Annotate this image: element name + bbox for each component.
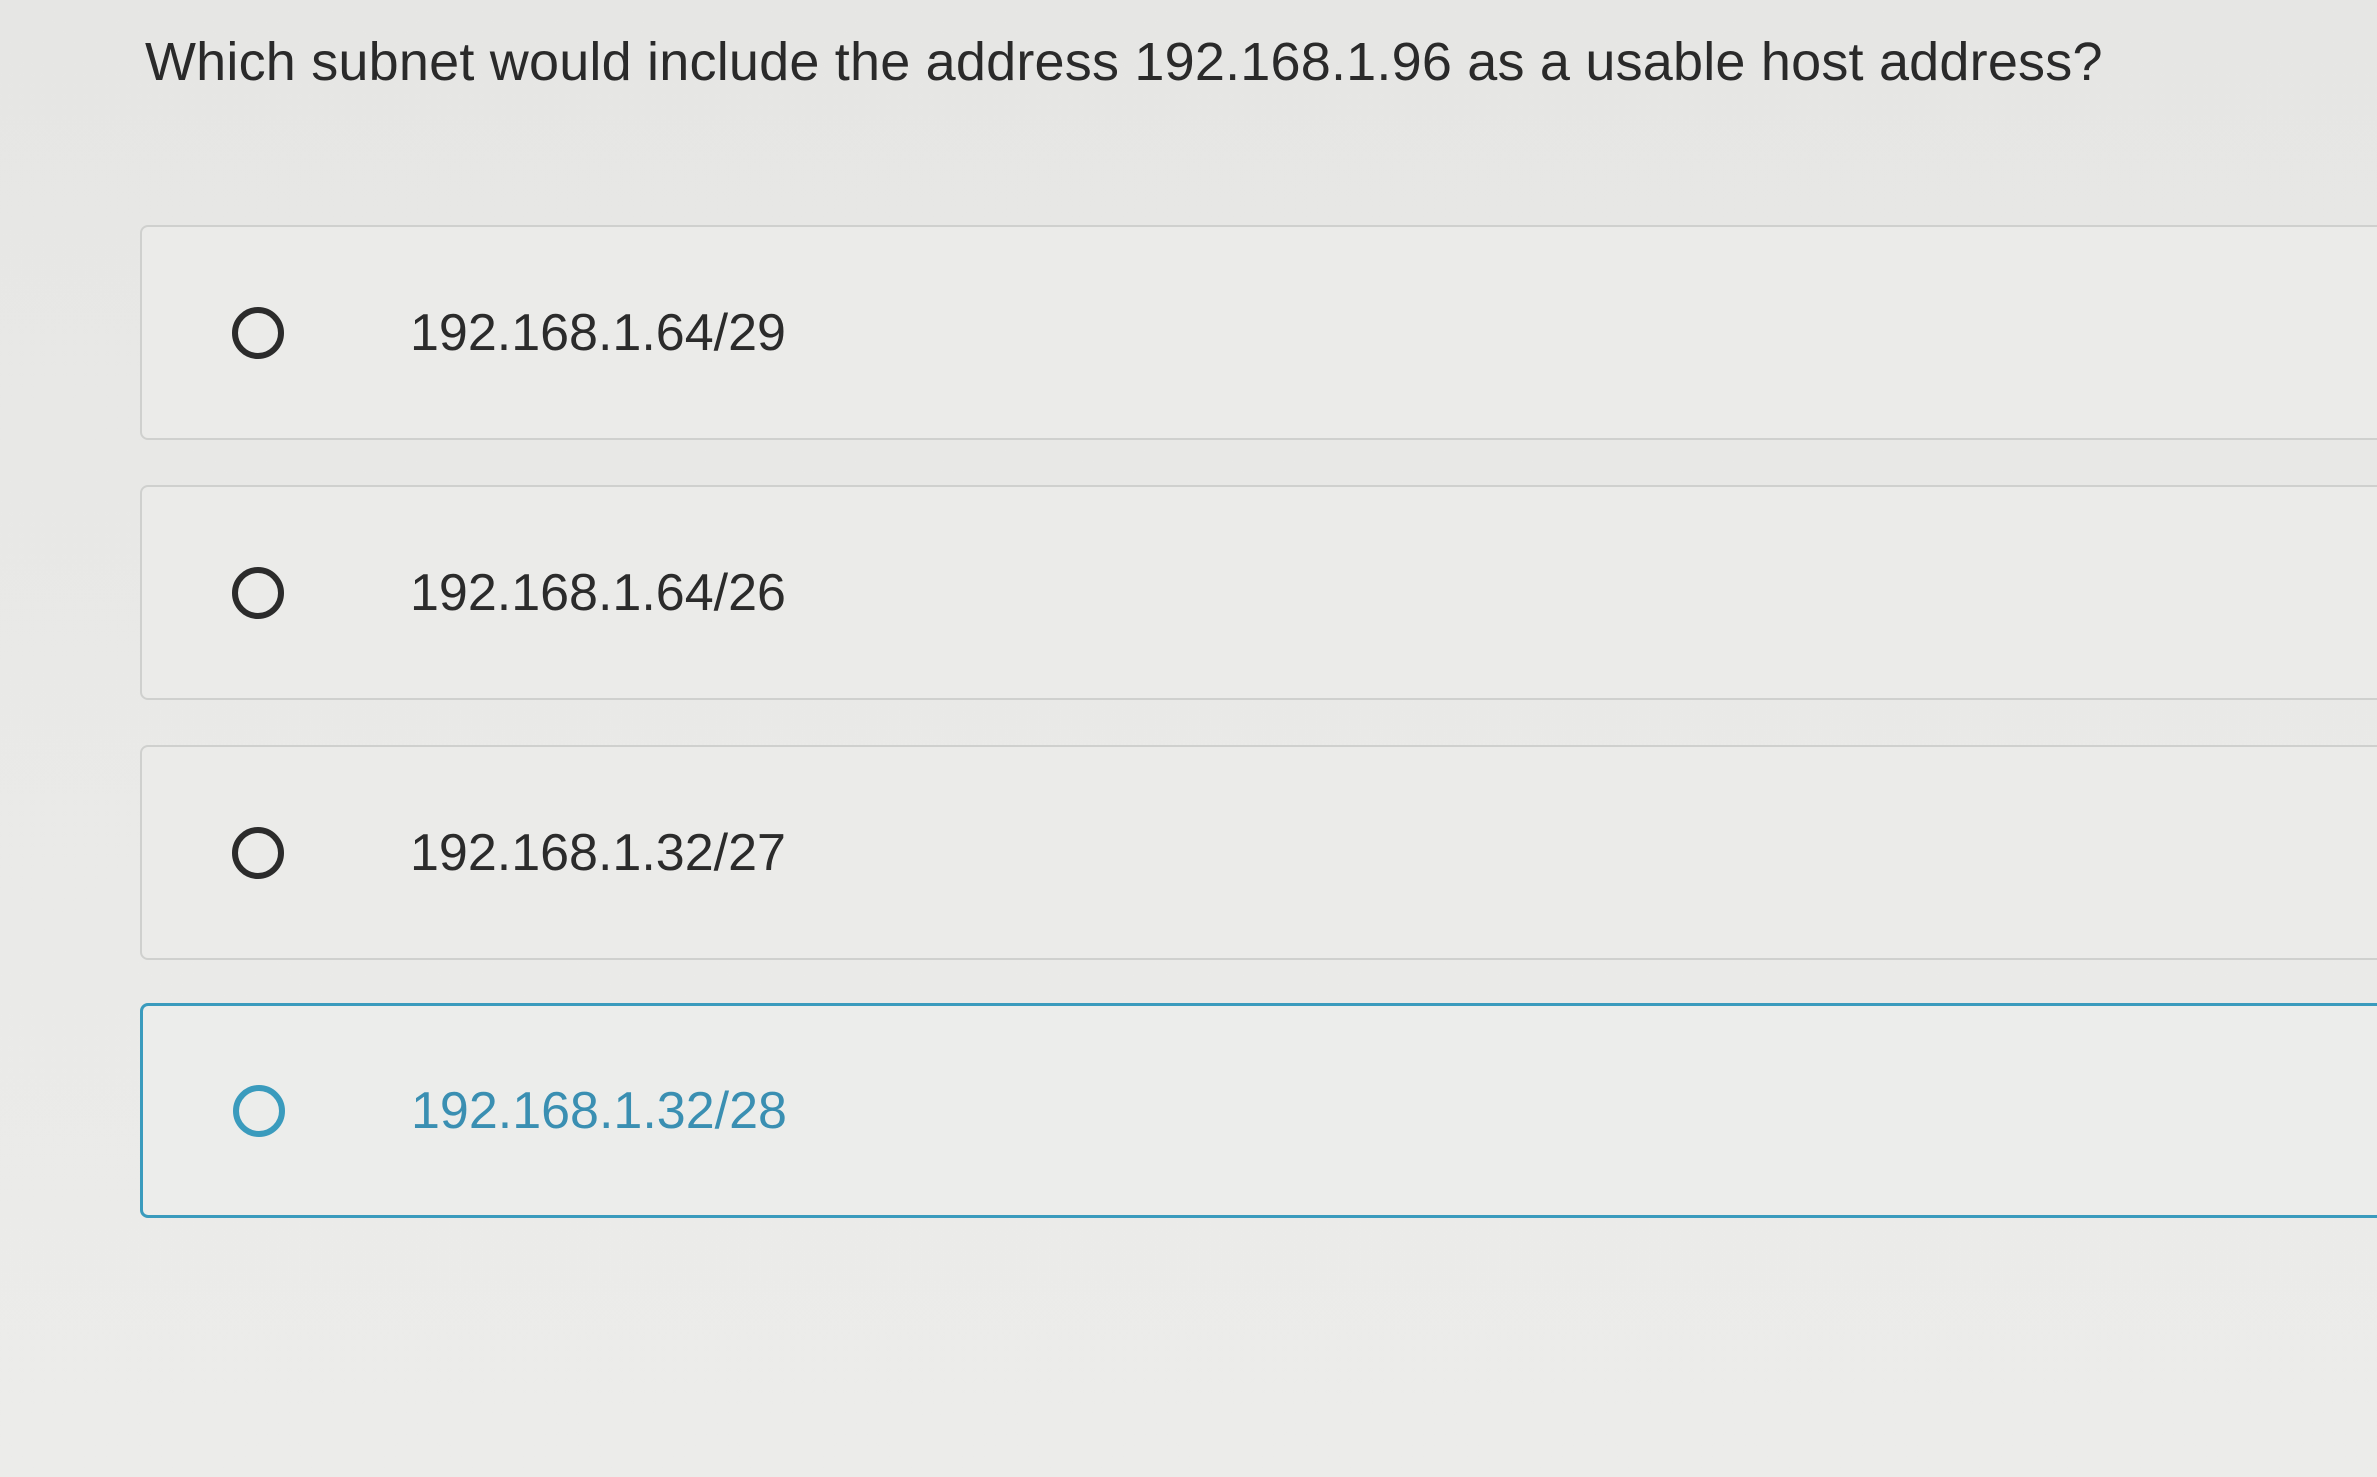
answer-option-1[interactable]: 192.168.1.64/29: [140, 225, 2377, 440]
radio-unchecked-icon[interactable]: [233, 1084, 285, 1137]
answer-option-4[interactable]: 192.168.1.32/28: [140, 1003, 2377, 1218]
radio-unchecked-icon[interactable]: [232, 826, 284, 879]
answer-option-3[interactable]: 192.168.1.32/27: [140, 745, 2377, 960]
radio-unchecked-icon[interactable]: [232, 566, 284, 619]
radio-unchecked-icon[interactable]: [232, 306, 284, 359]
answer-option-label: 192.168.1.64/26: [410, 563, 786, 622]
answer-option-2[interactable]: 192.168.1.64/26: [140, 485, 2377, 700]
answer-option-label: 192.168.1.32/27: [410, 823, 786, 882]
answer-option-label: 192.168.1.32/28: [411, 1081, 787, 1140]
answer-option-label: 192.168.1.64/29: [410, 303, 786, 362]
question-text: Which subnet would include the address 1…: [145, 32, 2103, 92]
